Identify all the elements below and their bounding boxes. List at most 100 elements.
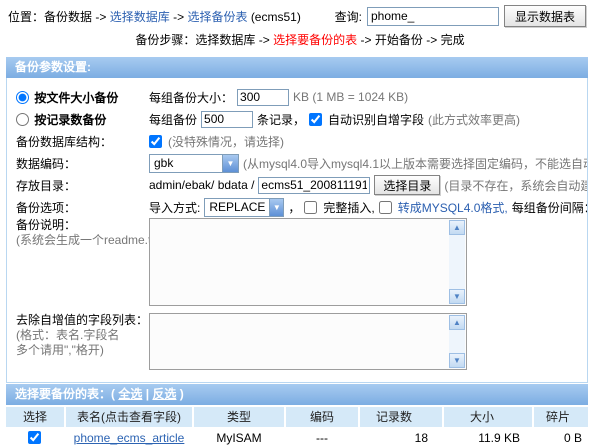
step-finish: 完成 xyxy=(441,33,465,47)
directory-input[interactable] xyxy=(258,177,370,194)
auto-increment-note: (此方式效率更高) xyxy=(428,111,520,128)
row-directory: 存放目录： admin/ebak/ bdata / 选择目录 (目录不存在，系统… xyxy=(7,174,587,196)
encoding-select[interactable]: gbk ▼ xyxy=(149,154,239,173)
row-select-checkbox[interactable] xyxy=(28,431,41,444)
row-structure: 备份数据库结构： (没特殊情况，请选择) xyxy=(7,130,587,152)
steps-arrow: -> xyxy=(426,33,437,47)
scroll-down-icon[interactable]: ▼ xyxy=(449,353,465,368)
step-start-backup: 开始备份 xyxy=(375,33,423,47)
select-tables-title: 选择要备份的表： xyxy=(15,387,111,401)
paren: ( xyxy=(111,387,115,401)
row-by-records: 按记录数备份 每组备份 条记录， 自动识别自增字段(此方式效率更高) xyxy=(7,108,587,130)
group-size-input[interactable] xyxy=(237,89,289,106)
col-header-size: 大小 xyxy=(444,407,532,427)
by-filesize-label: 按文件大小备份 xyxy=(34,91,118,105)
group-size-label: 每组备份大小： xyxy=(149,89,233,106)
options-separator: ， xyxy=(288,199,300,216)
breadcrumb-db-link[interactable]: 选择数据库 xyxy=(110,10,170,24)
structure-note: (没特殊情况，请选择) xyxy=(168,133,284,150)
row-exclude-fields: 去除自增值的字段列表： (格式：表名.字段名 多个请用","格开) ▲ ▼ xyxy=(7,313,587,370)
step-choose-db: 选择数据库 xyxy=(195,33,255,47)
row-by-filesize: 按文件大小备份 每组备份大小： KB (1 MB = 1024 KB) xyxy=(7,86,587,108)
row-options: 备份选项： 导入方式: REPLACE ▼ ， 完整插入, 转成MYSQL4.0… xyxy=(7,196,587,218)
select-tables-panel: 选择要备份的表：( 全选 | 反选 ) 选择 表名(点击查看字段) 类型 编码 … xyxy=(6,384,588,447)
backup-params-panel: 备份参数设置: 按文件大小备份 每组备份大小： KB (1 MB = 1024 … xyxy=(6,57,588,383)
col-header-name: 表名(点击查看字段) xyxy=(66,407,192,427)
import-mode-select[interactable]: REPLACE ▼ xyxy=(204,198,284,217)
exclude-fields-note2: 多个请用","格开) xyxy=(16,343,104,357)
link-divider: | xyxy=(146,387,149,401)
row-encoding: 数据编码： gbk ▼ (从mysql4.0导入mysql4.1以上版本需要选择… xyxy=(7,152,587,174)
full-insert-checkbox[interactable] xyxy=(304,201,317,214)
breadcrumb-prefix: 位置： xyxy=(8,10,44,24)
scrollbar[interactable]: ▲ ▼ xyxy=(449,315,465,368)
table-row: phome_ecms_article MyISAM --- 18 11.9 KB… xyxy=(6,429,588,447)
import-mode-label: 导入方式: xyxy=(149,199,200,216)
breadcrumb-home: 备份数据 xyxy=(44,10,92,24)
invert-selection-link[interactable]: 反选 xyxy=(152,387,176,401)
breadcrumb-table-link[interactable]: 选择备份表 xyxy=(187,10,247,24)
table-type: MyISAM xyxy=(194,429,284,447)
db-name: (ecms51) xyxy=(251,10,301,24)
table-name-link[interactable]: phome_ecms_article xyxy=(74,431,185,445)
import-mode-value: REPLACE xyxy=(205,200,269,214)
col-header-records: 记录数 xyxy=(360,407,442,427)
options-label: 备份选项： xyxy=(16,199,149,216)
scroll-down-icon[interactable]: ▼ xyxy=(449,289,465,304)
steps-arrow: -> xyxy=(259,33,270,47)
query-label: 查询: xyxy=(335,8,362,25)
mysql40-format-checkbox[interactable] xyxy=(379,201,392,214)
table-records: 18 xyxy=(360,429,442,447)
by-records-radio[interactable] xyxy=(16,113,29,126)
scroll-up-icon[interactable]: ▲ xyxy=(449,315,465,330)
choose-directory-button[interactable]: 选择目录 xyxy=(374,175,440,195)
row-readme: 备份说明： (系统会生成一个readme.txt) ▲ ▼ xyxy=(7,218,587,306)
directory-note: (目录不存在，系统会自动建立) xyxy=(444,177,588,194)
encoding-select-value: gbk xyxy=(150,156,222,170)
interval-label: 每组备份间隔： xyxy=(512,199,588,216)
table-encoding: --- xyxy=(286,429,358,447)
backup-steps: 备份步骤：选择数据库 -> 选择要备份的表 -> 开始备份 -> 完成 xyxy=(0,31,600,48)
query-input[interactable] xyxy=(367,7,499,26)
select-tables-title-bar: 选择要备份的表：( 全选 | 反选 ) xyxy=(6,384,588,405)
readme-label: 备份说明： xyxy=(16,218,76,232)
step-choose-tables-current: 选择要备份的表 xyxy=(273,33,357,47)
readme-note: (系统会生成一个readme.txt) xyxy=(16,233,165,247)
directory-path: admin/ebak/ bdata / xyxy=(149,178,254,192)
paren: ) xyxy=(180,387,184,401)
by-records-label: 按记录数备份 xyxy=(34,113,106,127)
chevron-down-icon: ▼ xyxy=(222,155,238,172)
scroll-up-icon[interactable]: ▲ xyxy=(449,220,465,235)
by-filesize-radio[interactable] xyxy=(16,91,29,104)
readme-textarea[interactable]: ▲ ▼ xyxy=(149,218,467,306)
breadcrumb-arrow: -> xyxy=(95,10,106,24)
steps-label: 备份步骤： xyxy=(135,33,195,47)
table-header-row: 选择 表名(点击查看字段) 类型 编码 记录数 大小 碎片 xyxy=(6,407,588,427)
params-panel-title: 备份参数设置: xyxy=(6,57,588,78)
breadcrumb: 位置：备份数据 -> 选择数据库 -> 选择备份表 (ecms51) xyxy=(8,8,301,25)
scrollbar[interactable]: ▲ ▼ xyxy=(449,220,465,304)
structure-label: 备份数据库结构： xyxy=(16,133,149,150)
col-header-select: 选择 xyxy=(6,407,64,427)
exclude-fields-label: 去除自增值的字段列表： xyxy=(16,313,148,327)
breadcrumb-arrow: -> xyxy=(173,10,184,24)
full-insert-label: 完整插入, xyxy=(323,199,374,216)
col-header-type: 类型 xyxy=(194,407,284,427)
mysql40-format-label[interactable]: 转成MYSQL4.0格式, xyxy=(398,199,508,216)
encoding-note: (从mysql4.0导入mysql4.1以上版本需要选择固定编码，不能选自动) xyxy=(243,155,588,172)
exclude-fields-textarea[interactable]: ▲ ▼ xyxy=(149,313,467,370)
records-per-group-input[interactable] xyxy=(201,111,253,128)
records-unit: 条记录， xyxy=(257,111,305,128)
params-panel-body: 按文件大小备份 每组备份大小： KB (1 MB = 1024 KB) 按记录数… xyxy=(6,78,588,383)
chevron-down-icon: ▼ xyxy=(269,199,283,216)
steps-arrow: -> xyxy=(361,33,372,47)
group-size-note: KB (1 MB = 1024 KB) xyxy=(293,90,408,104)
select-all-link[interactable]: 全选 xyxy=(118,387,142,401)
structure-checkbox[interactable] xyxy=(149,135,162,148)
auto-increment-label: 自动识别自增字段 xyxy=(328,111,424,128)
records-per-group-label: 每组备份 xyxy=(149,111,197,128)
auto-increment-checkbox[interactable] xyxy=(309,113,322,126)
show-tables-button[interactable]: 显示数据表 xyxy=(504,5,586,27)
table-size: 11.9 KB xyxy=(444,429,532,447)
encoding-label: 数据编码： xyxy=(16,155,149,172)
